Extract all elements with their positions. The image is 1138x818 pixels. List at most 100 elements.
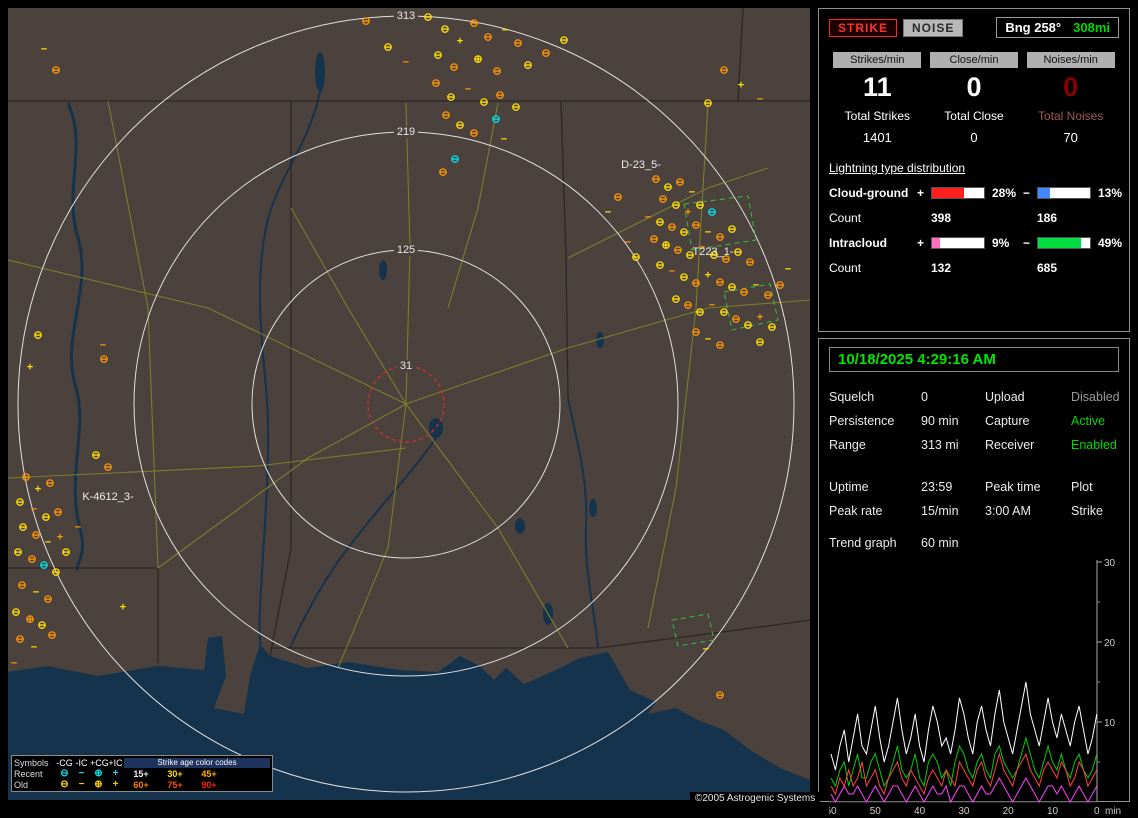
cloud-ground-count-row: Count 398 186	[829, 211, 1119, 225]
settings-grid: Squelch 0 Upload Disabled Persistence 90…	[829, 390, 1119, 452]
ring-label-219: 219	[394, 126, 418, 138]
upload-value: Disabled	[1071, 390, 1120, 404]
legend-header-row: Symbols -CG -IC +CG +IC Strike age color…	[14, 757, 270, 768]
legend-col-cg-neg: -CG	[56, 758, 73, 768]
uptime-label: Uptime	[829, 480, 921, 494]
legend-col-ic-neg: -IC	[73, 758, 90, 768]
squelch-value: 0	[921, 390, 985, 404]
peak-rate-label: Peak rate	[829, 504, 921, 518]
old-cg-pos-icon: ⊕	[90, 780, 107, 790]
session-grid: Uptime 23:59 Peak time Plot Peak rate 15…	[829, 480, 1119, 518]
cg-pos-count: 398	[931, 211, 987, 225]
receiver-value: Enabled	[1071, 438, 1120, 452]
age-code-30: 30+	[158, 769, 192, 779]
trend-graph-label: Trend graph	[829, 536, 921, 550]
total-noises-value: 70	[1022, 130, 1119, 145]
recent-cg-neg-icon: ⊖	[56, 769, 73, 779]
old-ic-neg-icon: −	[73, 780, 90, 790]
distribution-title: Lightning type distribution	[829, 161, 1119, 175]
trend-header: Trend graph 60 min	[829, 536, 1119, 550]
persistence-value: 90 min	[921, 414, 985, 428]
ring-label-31: 31	[397, 360, 415, 372]
total-close-value: 0	[926, 130, 1023, 145]
upload-label: Upload	[985, 390, 1071, 404]
minus-sign: −	[1023, 236, 1037, 250]
ring-label-313: 313	[394, 10, 418, 22]
ring-label-125: 125	[394, 244, 418, 256]
recent-ic-pos-icon: +	[107, 769, 124, 779]
minus-sign: −	[1023, 186, 1037, 200]
legend-symbols-title: Symbols	[14, 758, 56, 768]
recent-ic-neg-icon: −	[73, 769, 90, 779]
intracloud-count-row: Count 132 685	[829, 261, 1119, 275]
peak-rate-value: 15/min	[921, 504, 985, 518]
strikes-per-min-chip[interactable]: Strikes/min	[833, 52, 921, 68]
ic-pos-count: 132	[931, 261, 987, 275]
close-per-min-chip[interactable]: Close/min	[930, 52, 1018, 68]
cg-pos-bar	[931, 187, 985, 199]
plus-sign: +	[917, 236, 931, 250]
indicator-row: STRIKE NOISE Bng 258° 308mi	[829, 17, 1119, 38]
age-code-45: 45+	[192, 769, 226, 779]
total-strikes-label: Total Strikes	[829, 109, 926, 123]
svg-text:30: 30	[1104, 558, 1116, 569]
cg-pos-pct: 28%	[987, 186, 1023, 200]
total-noises-label: Total Noises	[1022, 109, 1119, 123]
cloud-ground-row: Cloud-ground + 28% − 13%	[829, 186, 1119, 200]
total-strikes-value: 1401	[829, 130, 926, 145]
legend-age-title: Strike age color codes	[124, 758, 270, 768]
cloud-ground-label: Cloud-ground	[829, 186, 917, 200]
plot-value: Strike	[1071, 504, 1119, 518]
storm-cell-label: K-4612_3-	[82, 491, 133, 503]
bearing-distance: 308mi	[1073, 20, 1110, 35]
peak-time-value: 3:00 AM	[985, 504, 1071, 518]
peak-time-label: Peak time	[985, 480, 1071, 494]
legend-recent-label: Recent	[14, 769, 56, 779]
plus-sign: +	[917, 186, 931, 200]
receiver-label: Receiver	[985, 438, 1071, 452]
age-code-60: 60+	[124, 780, 158, 790]
intracloud-label: Intracloud	[829, 236, 917, 250]
uptime-value: 23:59	[921, 480, 985, 494]
cg-neg-count: 186	[1037, 211, 1093, 225]
age-code-15: 15+	[124, 769, 158, 779]
ic-pos-pct: 9%	[987, 236, 1023, 250]
legend-col-ic-pos: +IC	[107, 758, 124, 768]
range-value: 313 mi	[921, 438, 985, 452]
storm-cell-label: T223_1-	[693, 246, 734, 258]
legend-old-row: Old ⊖ − ⊕ + 60+ 75+ 90+	[14, 779, 270, 790]
intracloud-row: Intracloud + 9% − 49%	[829, 236, 1119, 250]
bearing-value: Bng 258°	[1005, 20, 1061, 35]
rate-chip-row: Strikes/min Close/min Noises/min	[829, 52, 1119, 68]
age-code-90: 90+	[192, 780, 226, 790]
totals-row: Total Strikes 1401 Total Close 0 Total N…	[829, 109, 1119, 145]
map-legend: Symbols -CG -IC +CG +IC Strike age color…	[11, 755, 273, 792]
copyright-text: ©2005 Astrogenic Systems	[690, 792, 820, 805]
cg-neg-pct: 13%	[1093, 186, 1122, 200]
noise-indicator[interactable]: NOISE	[903, 19, 963, 37]
legend-recent-row: Recent ⊖ − ⊕ + 15+ 30+ 45+	[14, 768, 270, 779]
rate-values-row: 11 0 0	[829, 72, 1119, 103]
strike-indicator[interactable]: STRIKE	[829, 19, 897, 37]
cg-count-label: Count	[829, 211, 917, 225]
bearing-readout: Bng 258° 308mi	[996, 17, 1119, 38]
ic-neg-pct: 49%	[1093, 236, 1122, 250]
trend-window-value: 60 min	[921, 536, 985, 550]
noises-per-min-chip[interactable]: Noises/min	[1027, 52, 1115, 68]
old-ic-pos-icon: +	[107, 780, 124, 790]
total-close-label: Total Close	[926, 109, 1023, 123]
lightning-map[interactable]: ⊖⊖⊖+⊖⊖−⊖⊖−⊖⊖⊕⊖⊖⊖⊖⊖⊖−⊖⊖⊖⊖⊖⊖⊖−⊖⊖⊖+−⊖⊖−⊖−⊖+…	[8, 8, 810, 800]
svg-text:10: 10	[1104, 718, 1116, 729]
storm-cell-label: D-23_5-	[621, 159, 661, 171]
old-cg-neg-icon: ⊖	[56, 780, 73, 790]
squelch-label: Squelch	[829, 390, 921, 404]
datetime-display: 10/18/2025 4:29:16 AM	[829, 347, 1119, 372]
capture-value: Active	[1071, 414, 1120, 428]
capture-label: Capture	[985, 414, 1071, 428]
total-strikes: Total Strikes 1401	[829, 109, 926, 145]
close-per-min-value: 0	[926, 72, 1023, 103]
persistence-label: Persistence	[829, 414, 921, 428]
ic-pos-bar	[931, 237, 985, 249]
status-panel: 10/18/2025 4:29:16 AM Squelch 0 Upload D…	[818, 338, 1130, 802]
trend-graph: 1020306050403020100min	[829, 556, 1121, 818]
